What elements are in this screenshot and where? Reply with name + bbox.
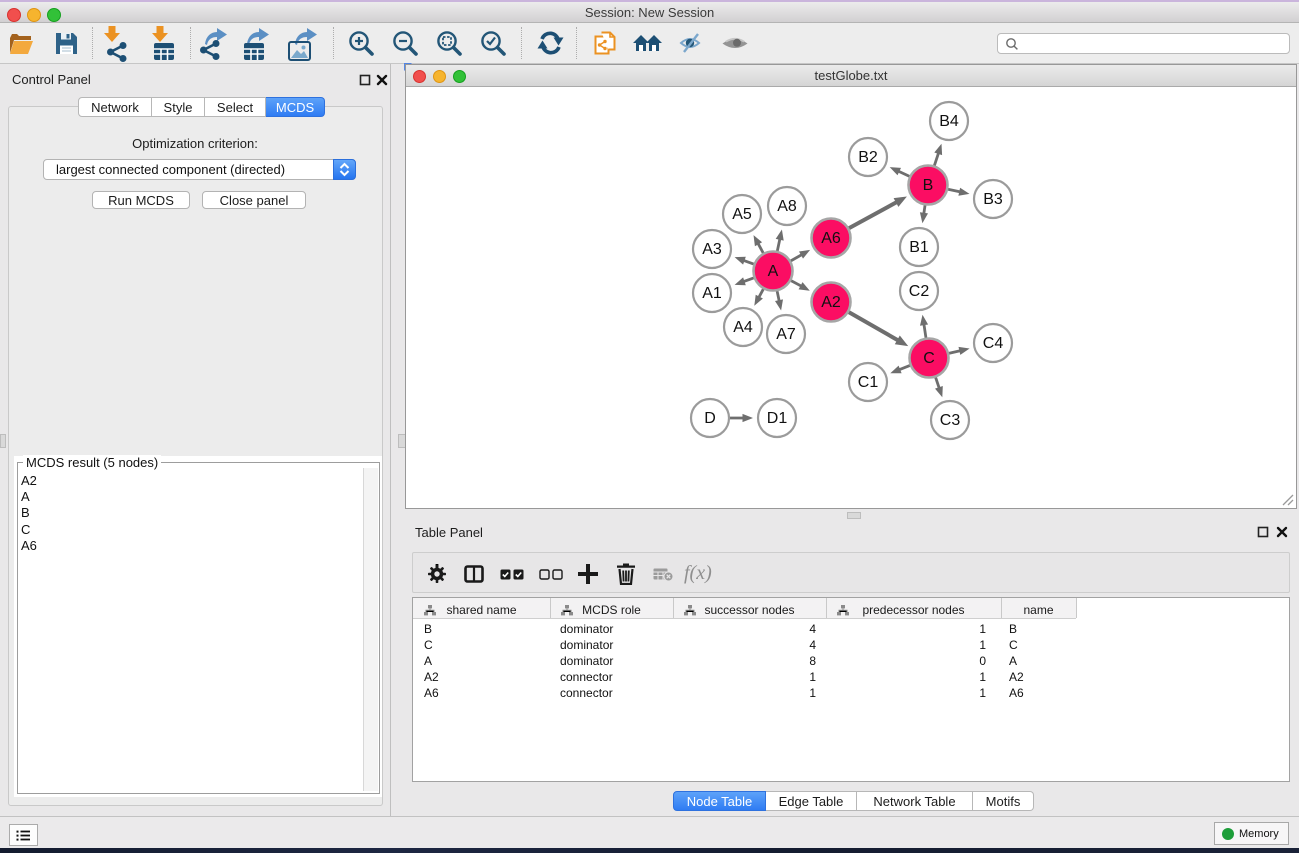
svg-text:A3: A3: [702, 241, 722, 258]
svg-text:A8: A8: [777, 198, 797, 215]
svg-text:C4: C4: [983, 335, 1004, 352]
svg-text:A6: A6: [821, 230, 841, 247]
svg-text:A: A: [768, 263, 779, 280]
svg-text:C2: C2: [909, 283, 930, 300]
svg-text:C3: C3: [940, 412, 961, 429]
svg-text:B2: B2: [858, 149, 878, 166]
svg-text:C1: C1: [858, 374, 879, 391]
svg-text:C: C: [923, 350, 935, 367]
svg-text:A2: A2: [821, 294, 841, 311]
svg-text:B: B: [923, 177, 934, 194]
svg-text:A1: A1: [702, 285, 722, 302]
svg-text:A5: A5: [732, 206, 752, 223]
svg-text:D1: D1: [767, 410, 788, 427]
svg-text:D: D: [704, 410, 716, 427]
svg-text:A7: A7: [776, 326, 796, 343]
svg-text:f(x): f(x): [684, 563, 712, 584]
svg-text:A4: A4: [733, 319, 753, 336]
svg-text:B4: B4: [939, 113, 959, 130]
svg-text:B1: B1: [909, 239, 929, 256]
svg-text:B3: B3: [983, 191, 1003, 208]
